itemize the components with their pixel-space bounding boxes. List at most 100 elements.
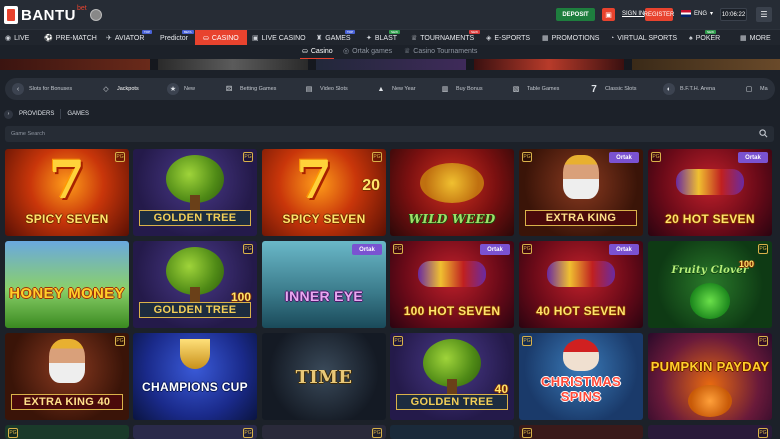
game-tile[interactable]: PG xyxy=(262,425,386,439)
game-tile[interactable]: HONEY MONEY xyxy=(5,241,129,328)
category-bar: ‹ Slots for Bonuses ◇ Jackpots ★ New ⚄ Bett… xyxy=(5,78,775,100)
fruit-art xyxy=(420,163,484,203)
game-tile[interactable]: PG Ortak 40 HOT SEVEN xyxy=(519,241,643,328)
game-tile[interactable]: WILD WEED xyxy=(390,149,514,236)
nav-poker[interactable]: ♠ POKER NEW xyxy=(689,30,720,46)
tournament-tab-icon: ♕ xyxy=(404,48,411,55)
menu-icon[interactable]: ☰ xyxy=(756,7,772,22)
nav-label: Predictor xyxy=(160,34,189,42)
rocket-icon: ✦ xyxy=(366,35,372,42)
game-tile[interactable]: PG 7 SPICY SEVEN xyxy=(5,149,129,236)
nav-predictor[interactable]: Predictor BETA xyxy=(160,30,194,46)
category-label: B.F.T.H. Arena xyxy=(680,86,716,92)
category-video-slots[interactable]: ▤ Video Slots xyxy=(303,78,348,100)
tab-casino-tournaments[interactable]: ♕ Casino Tournaments xyxy=(404,47,477,56)
game-tile[interactable]: PG xyxy=(133,425,257,439)
slot-icon: ▤ xyxy=(305,86,313,93)
category-label: Buy Bonus xyxy=(456,86,483,92)
top-bar: BANTU bet DEPOSIT ▣ SIGN IN REGISTER ENG… xyxy=(0,0,780,29)
category-slots-for-bonuses[interactable]: Slots for Bonuses xyxy=(29,78,72,100)
nav-virtual-sports[interactable]: ◔ VIRTUAL SPORTS xyxy=(610,30,677,46)
games-filter[interactable]: GAMES xyxy=(67,111,89,117)
nav-label: MORE xyxy=(749,34,771,42)
game-title: TIME xyxy=(295,367,353,388)
game-tile[interactable] xyxy=(390,425,514,439)
category-classic-slots[interactable]: 7 Classic Slots xyxy=(588,78,636,100)
provider-badge-icon: PG xyxy=(758,244,768,254)
game-tile[interactable]: PG PUMPKIN PAYDAY xyxy=(648,333,772,420)
game-tile[interactable]: PG 100 GOLDEN TREE xyxy=(133,241,257,328)
category-jackpots[interactable]: ◇ Jackpots xyxy=(100,78,138,100)
category-ma[interactable]: ▢ Ma xyxy=(743,78,768,100)
divider xyxy=(60,109,62,119)
chevron-right-icon[interactable]: › xyxy=(4,109,13,119)
logo[interactable]: BANTU bet xyxy=(4,5,102,25)
nav-label: TOURNAMENTS xyxy=(420,34,475,42)
nav-pre-match[interactable]: ⚽ PRE-MATCH xyxy=(44,30,97,46)
game-tile[interactable]: PG EXTRA KING 40 xyxy=(5,333,129,420)
nav-blast[interactable]: ✦ BLAST NEW xyxy=(366,30,400,46)
game-tile[interactable]: PG GOLDEN TREE xyxy=(133,149,257,236)
game-tile[interactable]: PG 7 20 SPICY SEVEN xyxy=(262,149,386,236)
beta-tag: BETA xyxy=(182,30,194,34)
badge-icon xyxy=(89,9,102,21)
register-button[interactable]: REGISTER xyxy=(644,8,674,21)
category-bfth-arena[interactable]: ◐ B.F.T.H. Arena xyxy=(663,78,715,100)
category-label: Slots for Bonuses xyxy=(29,86,73,92)
provider-badge-icon: PG xyxy=(522,152,532,162)
promo-banner-strip[interactable] xyxy=(0,59,780,70)
nav-more[interactable]: ▦ MORE xyxy=(740,30,771,46)
ortak-badge: Ortak xyxy=(352,244,382,255)
ortak-badge: Ortak xyxy=(738,152,768,163)
category-buy-bonus[interactable]: ▥ Buy Bonus xyxy=(439,78,483,100)
provider-badge-icon: PG xyxy=(758,336,768,346)
game-title: GOLDEN TREE xyxy=(139,302,251,318)
clover-art xyxy=(690,283,730,319)
wallet-icon[interactable]: ▣ xyxy=(602,8,615,21)
category-new-year[interactable]: ▲ New Year xyxy=(375,78,416,100)
category-table-games[interactable]: ▧ Table Games xyxy=(510,78,560,100)
game-tile[interactable]: PG Ortak 100 HOT SEVEN xyxy=(390,241,514,328)
game-tile[interactable]: CHAMPIONS CUP xyxy=(133,333,257,420)
sign-in-link[interactable]: SIGN IN xyxy=(622,11,644,17)
game-title: HONEY MONEY xyxy=(9,285,125,302)
game-tile[interactable]: PG Ortak EXTRA KING xyxy=(519,149,643,236)
tab-casino[interactable]: ⛀ Casino xyxy=(302,47,333,56)
tab-ortak-games[interactable]: ◎ Ortak games xyxy=(343,47,392,56)
seven-art: 7 xyxy=(48,150,86,211)
game-tile[interactable]: PG xyxy=(5,425,129,439)
nav-tournaments[interactable]: ♕ TOURNAMENTS NEW xyxy=(411,30,480,46)
nav-e-sports[interactable]: ◈ E-SPORTS xyxy=(486,30,530,46)
clock: 10:06:22 xyxy=(720,8,747,21)
provider-badge-icon: PG xyxy=(372,428,382,438)
trunk-art xyxy=(447,379,457,395)
language-selector[interactable]: ENG ▾ xyxy=(681,10,713,17)
game-search-input[interactable]: Game Search xyxy=(5,126,774,142)
filter-row: › PROVIDERS GAMES xyxy=(4,108,89,120)
game-tile[interactable]: PG CHRISTMAS SPINS xyxy=(519,333,643,420)
nav-aviator[interactable]: ✈ AVIATOR TOP xyxy=(106,30,153,46)
game-tile[interactable]: TIME xyxy=(262,333,386,420)
game-tile[interactable]: PG 40 GOLDEN TREE xyxy=(390,333,514,420)
search-icon[interactable] xyxy=(759,129,768,138)
soccer-icon: ⚽ xyxy=(44,35,53,42)
game-tile[interactable]: PG Fruity Clover 100 xyxy=(648,241,772,328)
game-tile[interactable]: PG xyxy=(648,425,772,439)
chevron-left-icon[interactable]: ‹ xyxy=(12,83,24,95)
provider-badge-icon: PG xyxy=(115,152,125,162)
game-tile[interactable]: PG Ortak 20 HOT SEVEN xyxy=(648,149,772,236)
nav-promotions[interactable]: ▦ PROMOTIONS xyxy=(542,30,599,46)
provider-badge-icon: PG xyxy=(651,152,661,162)
category-new[interactable]: ★ New xyxy=(167,78,195,100)
providers-filter[interactable]: PROVIDERS xyxy=(19,111,54,117)
nav-casino[interactable]: ⛀ CASINO xyxy=(195,30,247,46)
game-tile[interactable]: PG xyxy=(519,425,643,439)
nav-live-casino[interactable]: ▣ LIVE CASINO xyxy=(252,30,306,46)
game-tile[interactable]: Ortak INNER EYE xyxy=(262,241,386,328)
nav-live[interactable]: ◉ LIVE xyxy=(5,30,29,46)
star-icon: ★ xyxy=(167,83,179,95)
category-betting-games[interactable]: ⚄ Betting Games xyxy=(223,78,276,100)
nav-games[interactable]: ♜ GAMES TOP xyxy=(316,30,356,46)
nav-label: PRE-MATCH xyxy=(55,34,97,42)
deposit-button[interactable]: DEPOSIT xyxy=(556,8,595,21)
